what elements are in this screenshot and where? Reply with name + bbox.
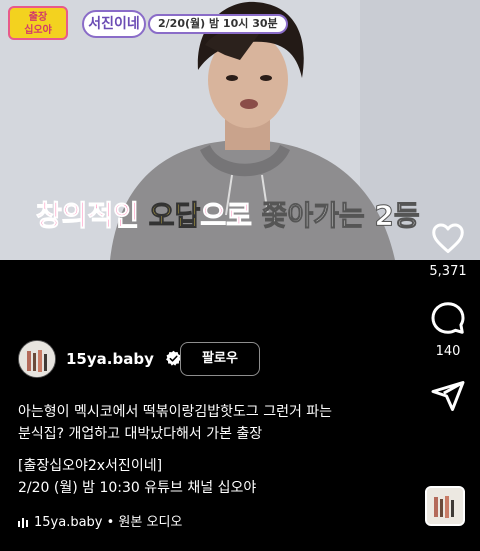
subtitle-part-4: 쫓아가는 2등 (261, 199, 420, 233)
follow-button[interactable]: 팔로우 (180, 342, 260, 376)
show-logo-badge: 출장 십오야 (8, 6, 68, 40)
caption-line-3: [출장십오야2x서진이네] (18, 458, 163, 474)
like-heart-icon[interactable] (430, 220, 466, 256)
avatar-image-icon (19, 341, 55, 377)
air-time-text: 2/20(월) 밤 10시 30분 (158, 17, 278, 30)
post-caption[interactable]: 아는형이 멕시코에서 떡볶이랑김밥핫도그 그런거 파는 분식집? 개업하고 대박… (18, 401, 418, 499)
subtitle-part-2: 오답 (148, 199, 201, 233)
caption-line-1: 아는형이 멕시코에서 떡볶이랑김밥핫도그 그런거 파는 (18, 404, 333, 420)
show-title-text: 서진이네 (88, 16, 140, 32)
subtitle-part-3: 으로 (200, 199, 262, 233)
audio-cover-icon (427, 488, 463, 524)
audio-attribution[interactable]: 15ya.baby • 원본 오디오 (18, 511, 182, 531)
subtitle-part-1: 창의적인 (36, 199, 149, 233)
reel-video[interactable]: 출장 십오야 서진이네 2/20(월) 밤 10시 30분 창의적인 오답으로 … (0, 0, 480, 260)
comment-bubble-icon[interactable] (430, 300, 466, 336)
caption-line-4: 2/20 (월) 밤 10:30 유튜브 채널 십오야 (18, 480, 257, 496)
caption-line-2: 분식집? 개업하고 대박났다해서 가본 출장 (18, 426, 263, 442)
comment-count: 140 (435, 344, 461, 359)
show-logo-text: 출장 십오야 (24, 12, 52, 36)
air-time-badge: 2/20(월) 밤 10시 30분 (148, 14, 288, 34)
author-avatar[interactable] (18, 340, 56, 378)
like-count: 5,371 (429, 264, 467, 279)
share-send-icon[interactable] (430, 378, 466, 414)
audio-bars-icon (18, 517, 28, 528)
audio-thumbnail[interactable] (425, 486, 465, 526)
video-subtitle: 창의적인 오답으로 쫓아가는 2등 (36, 194, 421, 234)
author-username[interactable]: 15ya.baby (66, 350, 154, 368)
show-title-badge: 서진이네 (82, 10, 146, 38)
audio-label: 15ya.baby • 원본 오디오 (34, 515, 183, 530)
